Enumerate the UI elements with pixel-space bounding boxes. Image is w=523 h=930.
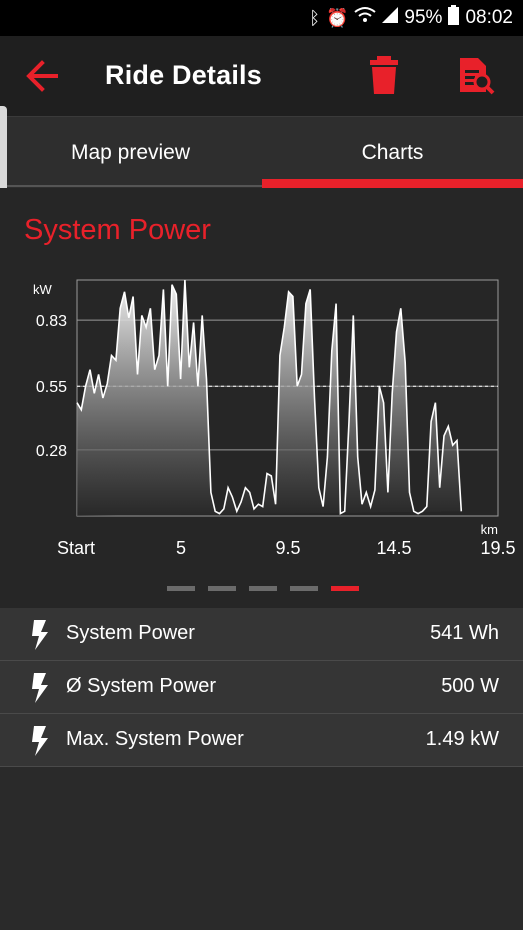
x-tick-label: 19.5 [480,538,515,558]
y-axis-unit: kW [33,282,53,297]
status-icons: ᛒ ⏰ 95% 08:02 [309,0,513,36]
page-dot[interactable] [208,586,236,591]
x-tick-label: 9.5 [275,538,300,558]
stat-label: Ø System Power [66,675,217,697]
signal-icon [382,7,399,29]
x-tick-label: 5 [176,538,186,558]
bluetooth-icon: ᛒ [309,7,320,28]
alarm-icon: ⏰ [326,7,349,28]
y-tick-label: 0.55 [36,379,67,396]
tab-bar: Map preview Charts [0,116,523,189]
stat-value: 541 Wh [430,622,499,644]
lightning-icon [32,726,48,756]
stat-value: 1.49 kW [425,728,499,750]
page-indicator [0,580,523,591]
view-report-button[interactable] [456,54,496,96]
app-bar: Ride Details [0,36,523,116]
stat-label: Max. System Power [66,728,244,750]
trash-icon [370,56,398,94]
stat-label: System Power [66,622,195,644]
x-axis-unit: km [481,522,498,537]
stats-list: System Power 541 Wh Ø System Power 500 W… [0,608,523,767]
page-dot[interactable] [290,586,318,591]
y-tick-label: 0.83 [36,313,67,330]
stat-row-avg-system-power: Ø System Power 500 W [0,661,523,714]
stat-row-max-system-power: Max. System Power 1.49 kW [0,714,523,767]
page-dot[interactable] [167,586,195,591]
clock: 08:02 [465,7,513,28]
back-arrow-icon[interactable] [22,56,62,96]
battery-percent: 95% [404,7,443,28]
power-chart: 0.28 0.55 0.83 kW km Start 5 9.5 14.5 19.5 [33,279,516,558]
x-tick-label: Start [57,538,95,558]
page-dot[interactable] [331,586,359,591]
page-title: Ride Details [105,60,262,90]
delete-button[interactable] [367,54,401,96]
tab-divider [0,185,262,187]
lightning-icon [32,620,48,650]
y-tick-label: 0.28 [36,443,67,460]
lightning-icon [32,673,48,703]
stat-row-system-power: System Power 541 Wh [0,608,523,661]
battery-icon [448,5,460,31]
wifi-icon [354,6,377,30]
page-dot[interactable] [249,586,277,591]
chart-panel[interactable]: System Power 0.28 0.55 0.83 kW km Start 5 9.5 14… [0,188,523,608]
status-bar: ᛒ ⏰ 95% 08:02 [0,0,523,36]
stat-value: 500 W [441,675,499,697]
document-search-icon [460,58,495,95]
x-tick-label: 14.5 [376,538,411,558]
tab-map-preview[interactable]: Map preview [0,117,261,189]
